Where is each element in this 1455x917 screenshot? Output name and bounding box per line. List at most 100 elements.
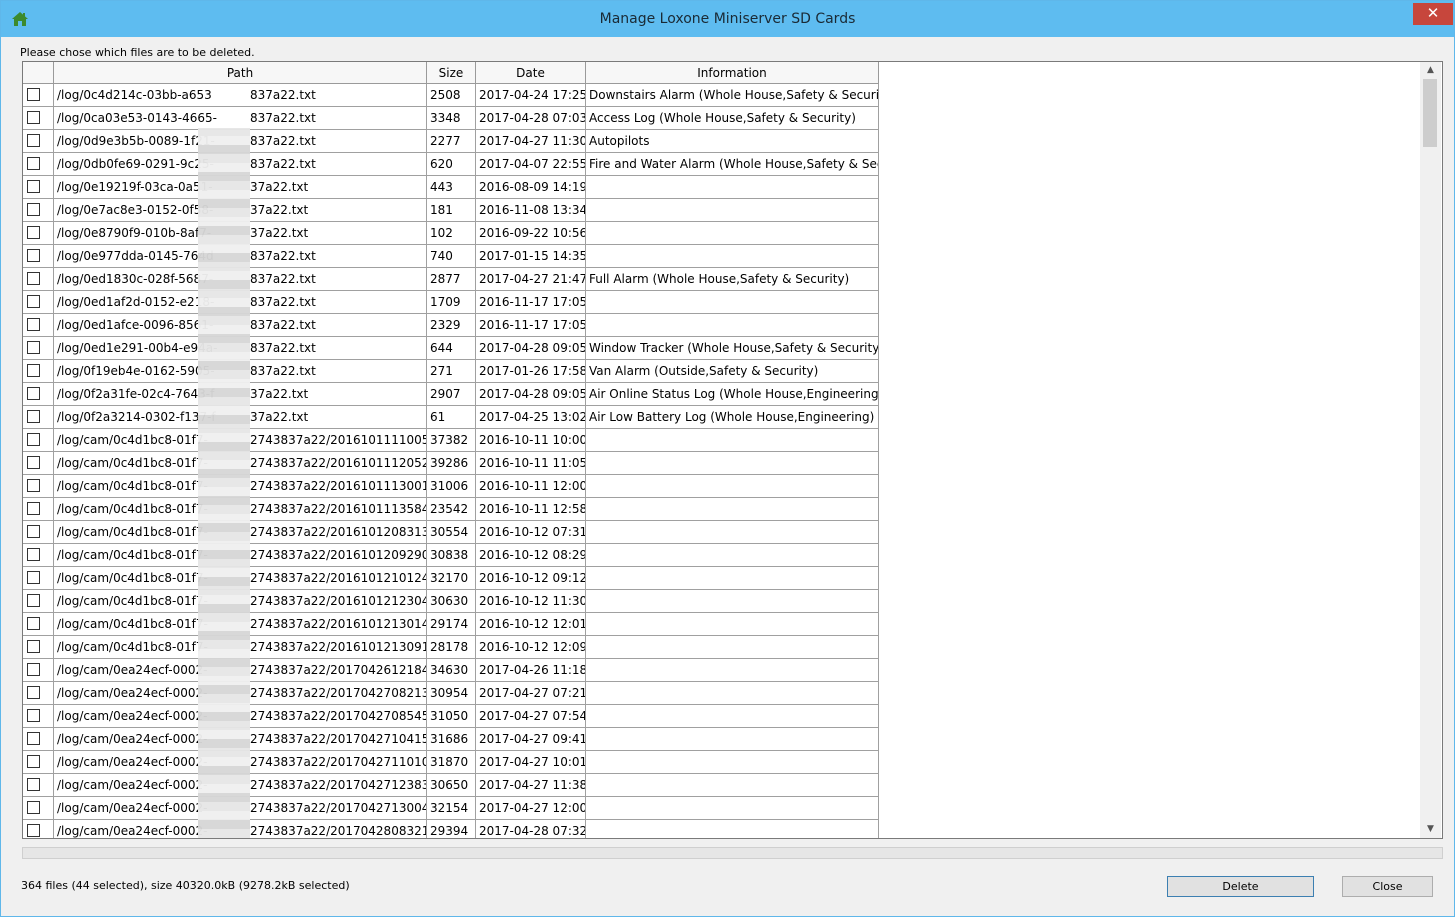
table-row[interactable]: /log/0f19eb4e-0162-5905- 837a22.txt 271 201… [23, 360, 879, 383]
row-checkbox[interactable] [27, 157, 40, 170]
row-checkbox[interactable] [27, 226, 40, 239]
table-row[interactable]: /log/cam/0c4d1bc8-01f7- 2743837a22/201610… [23, 590, 879, 613]
row-checkbox-cell [23, 728, 54, 751]
header-information[interactable]: Information [586, 62, 879, 84]
row-checkbox[interactable] [27, 663, 40, 676]
row-checkbox[interactable] [27, 479, 40, 492]
table-row[interactable]: /log/cam/0ea24ecf-0002- 2743837a22/201704… [23, 659, 879, 682]
row-checkbox[interactable] [27, 456, 40, 469]
title-bar[interactable]: Manage Loxone Miniserver SD Cards ✕ [1, 1, 1454, 37]
table-row[interactable]: /log/cam/0ea24ecf-0002- 2743837a22/201704… [23, 751, 879, 774]
scroll-up-icon[interactable]: ▲ [1420, 62, 1441, 79]
row-checkbox[interactable] [27, 364, 40, 377]
row-checkbox[interactable] [27, 410, 40, 423]
table-row[interactable]: /log/cam/0c4d1bc8-01f7- 2743837a22/201610… [23, 613, 879, 636]
table-row[interactable]: /log/cam/0c4d1bc8-01f7- 2743837a22/201610… [23, 429, 879, 452]
row-checkbox[interactable] [27, 88, 40, 101]
table-row[interactable]: /log/0ed1afce-0096-8561- 837a22.txt 2329 20… [23, 314, 879, 337]
cell-date: 2017-04-27 10:01:02 [476, 751, 586, 774]
row-checkbox[interactable] [27, 134, 40, 147]
path-head: /log/0ed1e291-00b4-e94a- [57, 341, 218, 355]
cell-date: 2016-10-12 12:09:15 [476, 636, 586, 659]
row-checkbox-cell [23, 337, 54, 360]
row-checkbox[interactable] [27, 433, 40, 446]
row-checkbox[interactable] [27, 387, 40, 400]
row-checkbox[interactable] [27, 686, 40, 699]
path-tail: 2743837a22/20161011120528.jpg [250, 456, 426, 470]
table-row[interactable]: /log/cam/0c4d1bc8-01f7- 2743837a22/201610… [23, 567, 879, 590]
table-row[interactable]: /log/0ed1af2d-0152-e218- 837a22.txt 1709 20… [23, 291, 879, 314]
table-row[interactable]: /log/cam/0c4d1bc8-01f7- 2743837a22/201610… [23, 498, 879, 521]
row-checkbox[interactable] [27, 824, 40, 837]
horizontal-scrollbar[interactable] [22, 847, 1443, 859]
table-row[interactable]: /log/cam/0ea24ecf-0002- 2743837a22/201704… [23, 797, 879, 820]
cell-date: 2017-04-27 11:38:42 [476, 774, 586, 797]
path-head: /log/cam/0ea24ecf-0002- [57, 709, 208, 723]
row-checkbox[interactable] [27, 341, 40, 354]
cell-size: 31686 [427, 728, 476, 751]
cell-information [586, 682, 879, 705]
header-date[interactable]: Date [476, 62, 586, 84]
row-checkbox[interactable] [27, 617, 40, 630]
delete-button[interactable]: Delete [1167, 876, 1314, 897]
table-row[interactable]: /log/0ed1830c-028f-5687- 837a22.txt 2877 20… [23, 268, 879, 291]
table-row[interactable]: /log/cam/0ea24ecf-0002- 2743837a22/201704… [23, 705, 879, 728]
row-checkbox[interactable] [27, 111, 40, 124]
table-row[interactable]: /log/cam/0c4d1bc8-01f7- 2743837a22/201610… [23, 521, 879, 544]
path-head: /log/0e19219f-03ca-0a51- [57, 180, 213, 194]
row-checkbox[interactable] [27, 272, 40, 285]
table-row[interactable]: /log/cam/0ea24ecf-0002- 2743837a22/201704… [23, 774, 879, 797]
vertical-scrollbar[interactable]: ▲ ▼ [1420, 62, 1441, 838]
table-row[interactable]: /log/cam/0ea24ecf-0002- 2743837a22/201704… [23, 728, 879, 751]
header-size[interactable]: Size [427, 62, 476, 84]
row-checkbox[interactable] [27, 318, 40, 331]
table-row[interactable]: /log/0e7ac8e3-0152-0f58- 37a22.txt 181 2016… [23, 199, 879, 222]
table-row[interactable]: /log/0db0fe69-0291-9c25- 837a22.txt 620 201… [23, 153, 879, 176]
path-head: /log/cam/0c4d1bc8-01f7- [57, 617, 208, 631]
cell-date: 2016-10-11 11:05:30 [476, 452, 586, 475]
cell-size: 32170 [427, 567, 476, 590]
table-row[interactable]: /log/cam/0ea24ecf-0002- 2743837a22/201704… [23, 820, 879, 838]
row-checkbox[interactable] [27, 525, 40, 538]
row-checkbox[interactable] [27, 640, 40, 653]
table-row[interactable]: /log/0ed1e291-00b4-e94a- 837a22.txt 644 201… [23, 337, 879, 360]
table-row[interactable]: /log/cam/0c4d1bc8-01f7- 2743837a22/201610… [23, 475, 879, 498]
row-checkbox[interactable] [27, 732, 40, 745]
table-row[interactable]: /log/0f2a31fe-02c4-7643-f 37a22.txt 2907 20… [23, 383, 879, 406]
path-tail: 2743837a22/20170427082139.jpg [250, 686, 426, 700]
table-row[interactable]: /log/0d9e3b5b-0089-1f21- 837a22.txt 2277 20… [23, 130, 879, 153]
row-checkbox[interactable] [27, 203, 40, 216]
scrollbar-thumb[interactable] [1423, 79, 1437, 147]
row-checkbox[interactable] [27, 180, 40, 193]
row-checkbox-cell [23, 820, 54, 838]
header-checkbox-column[interactable] [23, 62, 54, 84]
row-checkbox[interactable] [27, 548, 40, 561]
row-checkbox[interactable] [27, 778, 40, 791]
path-head: /log/0f19eb4e-0162-5905- [57, 364, 215, 378]
row-checkbox[interactable] [27, 709, 40, 722]
table-row[interactable]: /log/0e8790f9-010b-8af7- 37a22.txt 102 2016… [23, 222, 879, 245]
table-row[interactable]: /log/cam/0c4d1bc8-01f7- 2743837a22/201610… [23, 452, 879, 475]
table-row[interactable]: /log/0e19219f-03ca-0a51- 37a22.txt 443 2016… [23, 176, 879, 199]
table-row[interactable]: /log/cam/0c4d1bc8-01f7- 2743837a22/201610… [23, 636, 879, 659]
cell-size: 31050 [427, 705, 476, 728]
scroll-down-icon[interactable]: ▼ [1420, 821, 1441, 838]
window-close-button[interactable]: ✕ [1413, 3, 1453, 25]
table-row[interactable]: /log/0ca03e53-0143-4665- 837a22.txt 3348 20… [23, 107, 879, 130]
row-checkbox[interactable] [27, 502, 40, 515]
row-checkbox[interactable] [27, 295, 40, 308]
table-row[interactable]: /log/0c4d214c-03bb-a653 837a22.txt 2508 201… [23, 84, 879, 107]
header-path[interactable]: Path [54, 62, 427, 84]
table-row[interactable]: /log/0e977dda-0145-764d 837a22.txt 740 2017… [23, 245, 879, 268]
row-checkbox[interactable] [27, 594, 40, 607]
table-row[interactable]: /log/cam/0ea24ecf-0002- 2743837a22/201704… [23, 682, 879, 705]
path-head: /log/cam/0c4d1bc8-01f7- [57, 640, 208, 654]
row-checkbox[interactable] [27, 801, 40, 814]
table-row[interactable]: /log/cam/0c4d1bc8-01f7- 2743837a22/201610… [23, 544, 879, 567]
close-button[interactable]: Close [1342, 876, 1433, 897]
row-checkbox[interactable] [27, 571, 40, 584]
table-row[interactable]: /log/0f2a3214-0302-f137-f 37a22.txt 61 2017… [23, 406, 879, 429]
row-checkbox[interactable] [27, 249, 40, 262]
cell-size: 1709 [427, 291, 476, 314]
row-checkbox[interactable] [27, 755, 40, 768]
